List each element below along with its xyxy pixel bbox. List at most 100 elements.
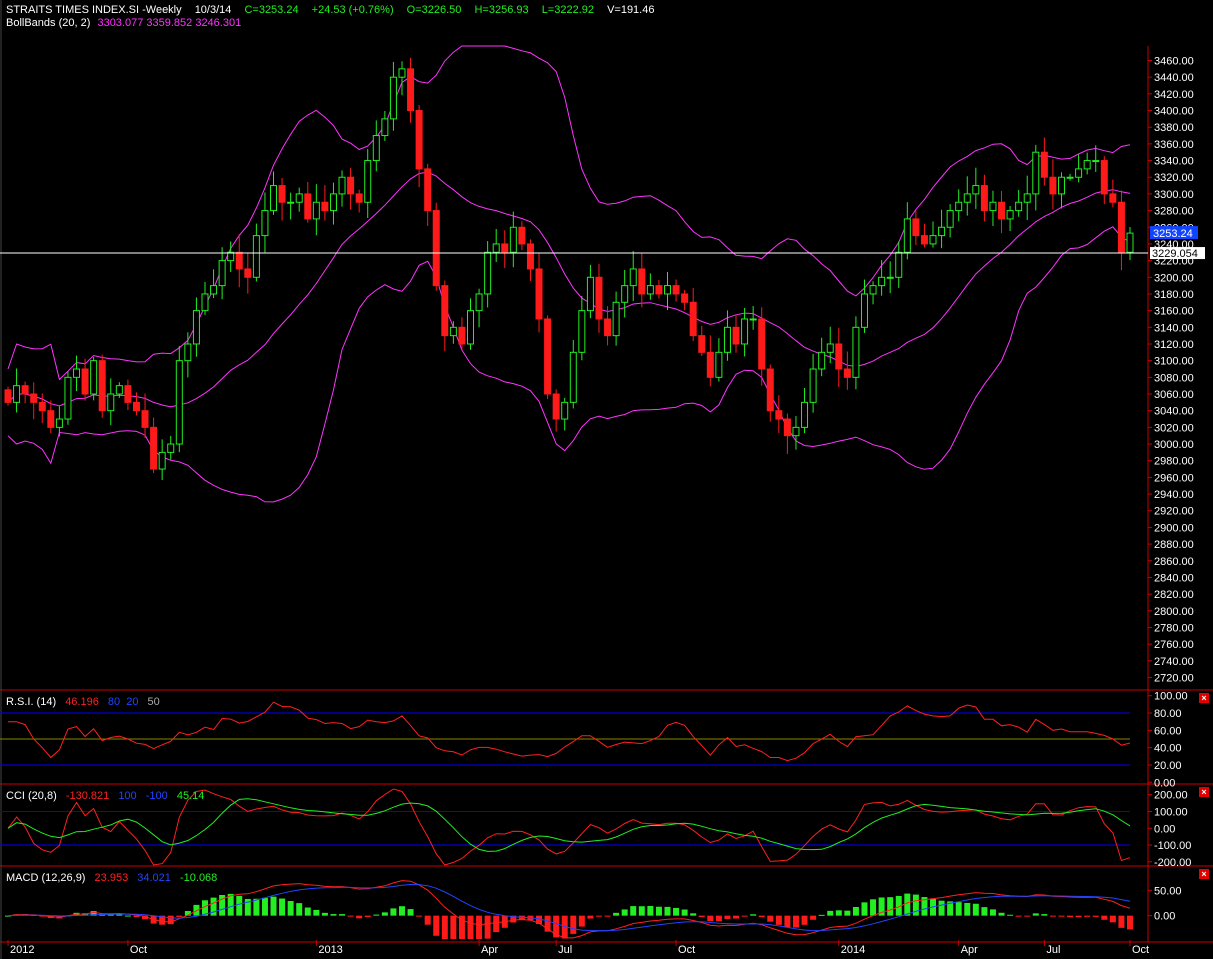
bband-upper-line <box>7 45 1131 381</box>
candle-body <box>304 193 312 220</box>
macd-histogram-bar <box>433 915 440 936</box>
candle-body <box>929 235 937 245</box>
macd-histogram-bar <box>1127 915 1133 930</box>
macd-close-icon[interactable]: × <box>1199 869 1209 879</box>
candle-body <box>81 368 89 395</box>
bbands-name: BollBands (20, 2) <box>6 17 91 29</box>
price-tick-label: 3460.00 <box>1154 56 1194 68</box>
rsi-value: 46.196 <box>65 696 99 708</box>
candle-body <box>766 368 774 412</box>
candle-body <box>621 285 629 303</box>
candle-body <box>501 243 509 253</box>
macd-histogram-bar <box>1049 915 1056 917</box>
candle-body <box>235 251 243 270</box>
last-price-label: 3253.24 <box>1153 228 1193 240</box>
candle-body <box>843 368 851 378</box>
cci-tick-label: 100.00 <box>1154 806 1188 818</box>
macd-histogram-bar <box>801 915 808 925</box>
price-tick-label: 3440.00 <box>1154 72 1194 84</box>
cci-level-minus-100: -100 <box>145 790 168 802</box>
candle-body <box>646 285 654 295</box>
macd-histogram-bar <box>339 914 346 916</box>
macd-histogram-bar <box>1075 915 1082 918</box>
candle-body <box>107 393 115 412</box>
macd-histogram-bar <box>964 902 971 916</box>
macd-histogram-bar <box>724 915 731 920</box>
candle-body <box>1040 151 1048 178</box>
rsi-level-80: 80 <box>107 696 121 708</box>
candle-body <box>278 185 286 203</box>
price-tick-label: 3400.00 <box>1154 106 1194 118</box>
candle-body <box>998 201 1006 220</box>
candle-body <box>963 193 971 203</box>
macd-histogram-bar <box>664 906 671 916</box>
macd-histogram-bar <box>578 915 585 927</box>
macd-histogram-bar <box>750 914 757 916</box>
candle-body <box>1023 193 1031 203</box>
candle-body <box>4 389 12 403</box>
price-tick-label: 3140.00 <box>1154 322 1194 334</box>
price-tick-label: 3060.00 <box>1154 389 1194 401</box>
candle-body <box>526 243 534 270</box>
macd-histogram-bar <box>1101 915 1108 920</box>
stock-chart[interactable]: 2720.00 2740.00 2760.00 2780.00 2800.00 2820.… <box>0 0 1213 959</box>
macd-histogram-bar <box>450 915 457 939</box>
candle-body <box>347 176 355 195</box>
candle-body <box>809 368 817 403</box>
candle-body <box>801 401 809 428</box>
candle-body <box>1083 160 1091 170</box>
macd-histogram-bar <box>467 915 474 939</box>
macd-histogram-bar <box>304 907 311 916</box>
macd-histogram-bar <box>972 903 979 916</box>
macd-histogram-bar <box>416 915 423 917</box>
macd-histogram-bar <box>887 897 894 916</box>
macd-histogram-bar <box>1024 915 1031 917</box>
candle-body <box>552 393 560 420</box>
macd-histogram-bar <box>347 915 354 917</box>
macd-histogram-bar <box>321 912 328 916</box>
candle-body <box>955 201 963 212</box>
candle-body <box>467 310 475 345</box>
candle-body <box>73 368 81 378</box>
cci-tick-label: 200.00 <box>1154 790 1188 802</box>
cci-close-icon[interactable]: × <box>1199 787 1209 797</box>
price-tick-label: 2960.00 <box>1154 472 1194 484</box>
bbands-header: BollBands (20, 2) 3303.077 3359.852 3246… <box>6 17 251 29</box>
candle-body <box>741 318 749 345</box>
macd-histogram-bar <box>1058 915 1065 917</box>
rsi-tick-label: 100.00 <box>1154 691 1188 703</box>
macd-histogram-bar <box>493 915 500 933</box>
candle-body <box>218 260 226 287</box>
macd-histogram-bar <box>167 915 174 925</box>
candle-body <box>535 268 543 320</box>
price-tick-label: 3380.00 <box>1154 122 1194 134</box>
macd-histogram-bar <box>296 903 303 916</box>
macd-histogram-bar <box>1084 915 1091 917</box>
low-label: L=3222.92 <box>541 4 594 16</box>
candle-body <box>492 243 500 253</box>
open-label: O=3226.50 <box>406 4 462 16</box>
price-tick-label: 3000.00 <box>1154 439 1194 451</box>
macd-histogram-bar <box>398 906 405 916</box>
price-tick-label: 3320.00 <box>1154 172 1194 184</box>
candle-body <box>895 251 903 278</box>
macd-histogram-bar <box>775 915 782 925</box>
rsi-name: R.S.I. (14) <box>6 696 57 708</box>
macd-histogram-bar <box>261 897 268 916</box>
price-tick-label: 3100.00 <box>1154 356 1194 368</box>
change-label: +24.53 (+0.76%) <box>311 4 394 16</box>
bbands-values: 3303.077 3359.852 3246.301 <box>97 17 242 29</box>
macd-histogram-bar <box>870 899 877 916</box>
candle-body <box>312 201 320 220</box>
price-tick-label: 2880.00 <box>1154 539 1194 551</box>
candle-body <box>484 251 492 295</box>
price-tick-label: 3280.00 <box>1154 206 1194 218</box>
macd-histogram-bar <box>124 915 131 917</box>
rsi-close-icon[interactable]: × <box>1199 693 1209 703</box>
candle-body <box>150 426 158 470</box>
macd-histogram-bar <box>604 915 611 917</box>
macd-histogram-bar <box>767 915 774 922</box>
macd-histogram-bar <box>587 915 594 919</box>
price-tick-label: 2820.00 <box>1154 589 1194 601</box>
macd-histogram-bar <box>818 914 825 916</box>
